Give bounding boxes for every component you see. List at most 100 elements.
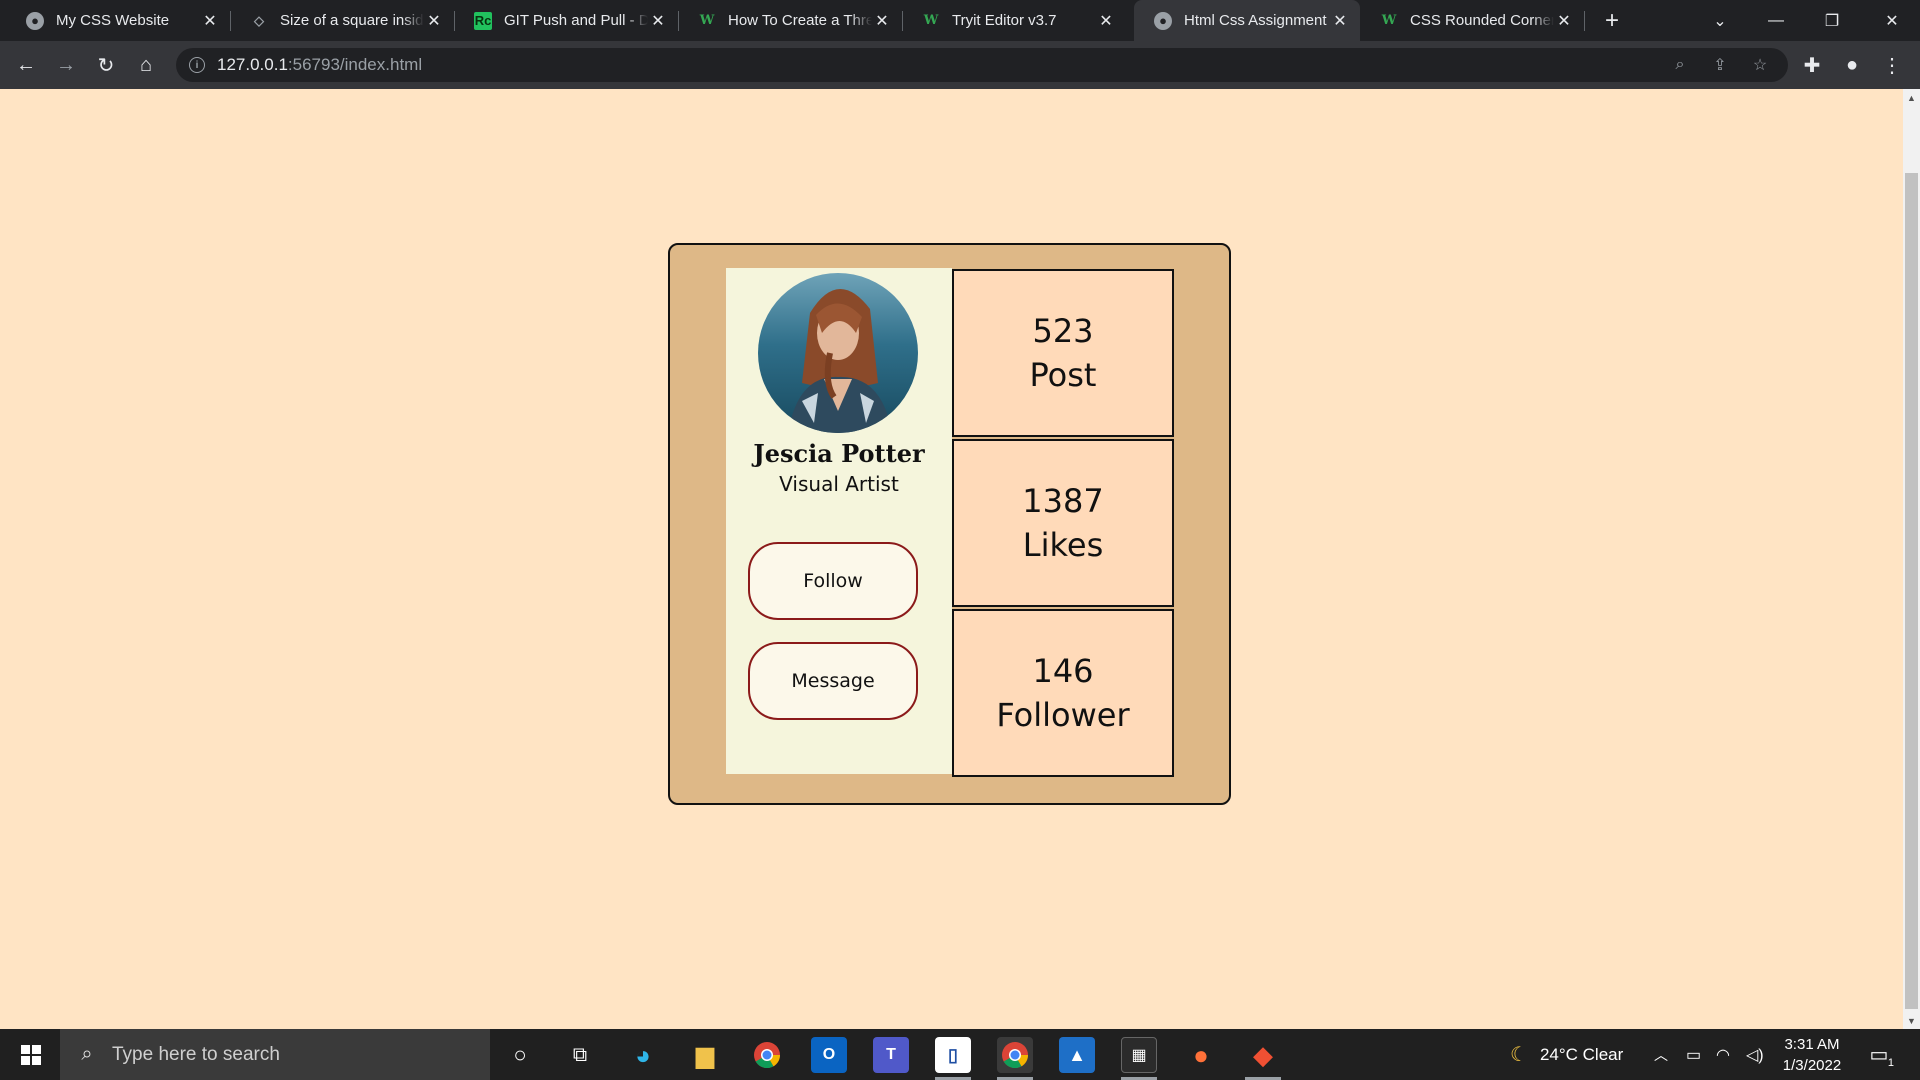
battery-icon[interactable]: ▭ bbox=[1686, 1029, 1701, 1080]
volume-icon[interactable]: ◁) bbox=[1746, 1029, 1764, 1080]
restore-icon[interactable]: ❐ bbox=[1804, 0, 1860, 41]
url-path: :56793/index.html bbox=[287, 55, 423, 74]
menu-kebab-icon[interactable]: ⋮ bbox=[1878, 51, 1906, 79]
close-icon[interactable]: ✕ bbox=[424, 11, 444, 31]
tray-overflow-icon[interactable]: ︿ bbox=[1654, 1029, 1668, 1080]
chrome-active-icon[interactable] bbox=[997, 1037, 1033, 1073]
tab-separator bbox=[1584, 11, 1585, 31]
w3-icon: W bbox=[699, 13, 715, 28]
stat-label: Post bbox=[1029, 356, 1097, 394]
weather-widget[interactable]: ☾ 24°C Clear bbox=[1510, 1029, 1623, 1080]
home-icon[interactable]: ⌂ bbox=[132, 51, 160, 79]
close-icon[interactable]: ✕ bbox=[1330, 11, 1350, 31]
tab-git-push-pull[interactable]: Rc GIT Push and Pull - Da ✕ bbox=[454, 0, 678, 41]
file-explorer-icon[interactable]: ▆ bbox=[687, 1037, 723, 1073]
tab-strip: ● My CSS Website ✕ ◇ Size of a square in… bbox=[0, 0, 1920, 41]
tab-title: Size of a square inside bbox=[280, 12, 424, 29]
url-text: 127.0.0.1:56793/index.html bbox=[217, 55, 422, 75]
wifi-icon[interactable]: ◠ bbox=[1716, 1029, 1730, 1080]
notification-icon[interactable]: ▭ 1 bbox=[1866, 1041, 1894, 1070]
edge-icon[interactable]: ◕ bbox=[625, 1037, 661, 1073]
zoom-icon[interactable]: ⌕ bbox=[1670, 55, 1690, 75]
calculator-icon[interactable]: ▦ bbox=[1121, 1037, 1157, 1073]
scroll-down-icon[interactable]: ▼ bbox=[1903, 1012, 1920, 1029]
minimize-icon[interactable]: — bbox=[1748, 0, 1804, 41]
stat-value: 146 bbox=[1032, 652, 1094, 690]
rc-icon: Rc bbox=[474, 11, 492, 30]
globe-icon: ● bbox=[26, 11, 44, 30]
tab-html-css-assignment[interactable]: ● Html Css Assignment ✕ bbox=[1134, 0, 1360, 41]
taskbar-search[interactable]: ⌕ Type here to search bbox=[60, 1029, 490, 1080]
profile-panel: Jescia Potter Visual Artist Follow Messa… bbox=[726, 268, 952, 774]
bookmark-star-icon[interactable]: ☆ bbox=[1750, 55, 1770, 75]
outlook-icon[interactable]: O bbox=[811, 1037, 847, 1073]
taskbar-clock[interactable]: 3:31 AM 1/3/2022 bbox=[1770, 1034, 1854, 1076]
tab-css-rounded-corners[interactable]: W CSS Rounded Corners ✕ bbox=[1360, 0, 1584, 41]
browser-toolbar: ← → ↻ ⌂ i 127.0.0.1:56793/index.html ⌕ ⇪… bbox=[0, 41, 1920, 89]
window-close-icon[interactable]: ✕ bbox=[1864, 0, 1920, 41]
globe-icon: ● bbox=[1154, 11, 1172, 30]
git-icon[interactable]: ◆ bbox=[1245, 1037, 1281, 1073]
stat-follower: 146 Follower bbox=[952, 609, 1174, 777]
moon-icon: ☾ bbox=[1510, 1044, 1528, 1066]
close-icon[interactable]: ✕ bbox=[1554, 11, 1574, 31]
close-icon[interactable]: ✕ bbox=[648, 11, 668, 31]
stat-value: 1387 bbox=[1022, 482, 1104, 520]
clock-time: 3:31 AM bbox=[1784, 1036, 1840, 1053]
avatar bbox=[758, 273, 918, 433]
tab-title: GIT Push and Pull - Da bbox=[504, 12, 648, 29]
photos-icon[interactable]: ▲ bbox=[1059, 1037, 1095, 1073]
weather-text: 24°C Clear bbox=[1539, 1044, 1624, 1064]
tab-title: My CSS Website bbox=[56, 12, 170, 29]
search-icon: ⌕ bbox=[81, 1043, 93, 1065]
stat-label: Likes bbox=[1022, 526, 1104, 564]
scrollbar-thumb[interactable] bbox=[1905, 173, 1918, 1009]
tab-how-to-create[interactable]: W How To Create a Three ✕ bbox=[678, 0, 902, 41]
vertical-scrollbar[interactable]: ▲ ▼ bbox=[1903, 89, 1920, 1029]
stat-label: Follower bbox=[996, 696, 1130, 734]
w3-icon: W bbox=[923, 13, 939, 28]
stat-post: 523 Post bbox=[952, 269, 1174, 437]
teams-icon[interactable]: T bbox=[873, 1037, 909, 1073]
firefox-icon[interactable]: ● bbox=[1183, 1037, 1219, 1073]
message-button[interactable]: Message bbox=[748, 642, 918, 720]
start-button[interactable] bbox=[8, 1029, 54, 1080]
forward-icon[interactable]: → bbox=[52, 51, 80, 79]
share-icon[interactable]: ⇪ bbox=[1710, 55, 1730, 75]
profile-icon[interactable]: ● bbox=[1838, 51, 1866, 79]
tab-search-icon[interactable]: ⌄ bbox=[1692, 0, 1748, 41]
scroll-up-icon[interactable]: ▲ bbox=[1903, 89, 1920, 106]
windows-logo-icon bbox=[21, 1044, 41, 1065]
tab-title: Tryit Editor v3.7 bbox=[952, 12, 1057, 29]
new-tab-icon[interactable]: + bbox=[1598, 7, 1626, 35]
profile-card: Jescia Potter Visual Artist Follow Messa… bbox=[668, 243, 1231, 805]
info-icon[interactable]: i bbox=[189, 57, 205, 73]
profile-name: Jescia Potter bbox=[753, 439, 925, 468]
reload-icon[interactable]: ↻ bbox=[92, 51, 120, 79]
tab-tryit-editor[interactable]: W Tryit Editor v3.7 ✕ bbox=[902, 0, 1126, 41]
stat-likes: 1387 Likes bbox=[952, 439, 1174, 607]
tab-my-css-website[interactable]: ● My CSS Website ✕ bbox=[6, 0, 230, 41]
tab-title: CSS Rounded Corners bbox=[1410, 12, 1554, 29]
search-placeholder: Type here to search bbox=[112, 1043, 280, 1065]
square-icon: ◇ bbox=[254, 12, 264, 28]
close-icon[interactable]: ✕ bbox=[200, 11, 220, 31]
task-view-icon[interactable]: ⧉ bbox=[562, 1037, 598, 1073]
clock-date: 1/3/2022 bbox=[1782, 1057, 1842, 1074]
back-icon[interactable]: ← bbox=[12, 51, 40, 79]
notepad-app-icon[interactable]: ▯ bbox=[935, 1037, 971, 1073]
close-icon[interactable]: ✕ bbox=[1096, 11, 1116, 31]
cortana-icon[interactable]: ○ bbox=[502, 1037, 538, 1073]
chrome-icon[interactable] bbox=[749, 1037, 785, 1073]
address-bar[interactable]: i 127.0.0.1:56793/index.html ⌕ ⇪ ☆ bbox=[176, 48, 1788, 82]
close-icon[interactable]: ✕ bbox=[872, 11, 892, 31]
page-viewport: Jescia Potter Visual Artist Follow Messa… bbox=[0, 89, 1920, 1029]
w3-icon: W bbox=[1381, 13, 1397, 28]
notification-count: 1 bbox=[1887, 1057, 1894, 1069]
tab-size-of-square[interactable]: ◇ Size of a square inside ✕ bbox=[230, 0, 454, 41]
tab-title: Html Css Assignment bbox=[1184, 12, 1327, 29]
profile-role: Visual Artist bbox=[779, 472, 899, 496]
follow-button[interactable]: Follow bbox=[748, 542, 918, 620]
extensions-icon[interactable]: ✚ bbox=[1798, 51, 1826, 79]
tab-title: How To Create a Three bbox=[728, 12, 872, 29]
